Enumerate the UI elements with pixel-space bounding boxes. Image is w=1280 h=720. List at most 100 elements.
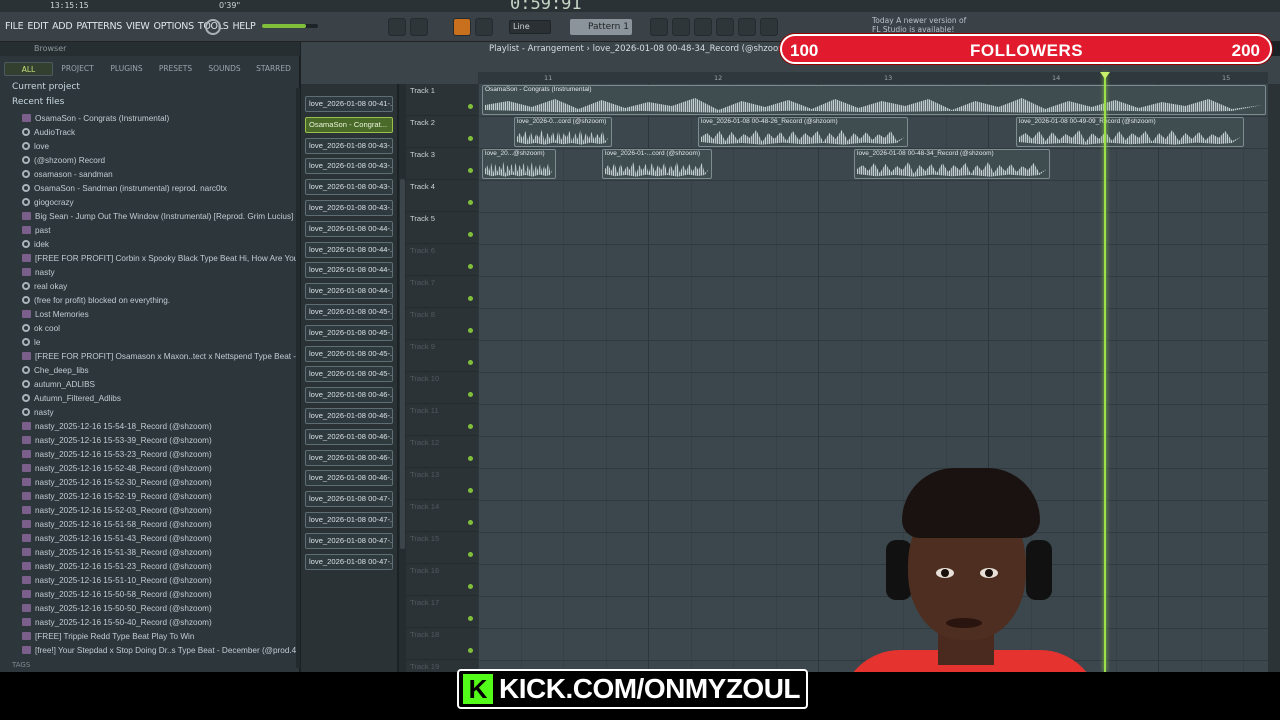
list-item[interactable]: nasty_2025-12-16 15-53-39_Record (@shzoo… [22,433,298,447]
list-item[interactable]: nasty_2025-12-16 15-52-03_Record (@shzoo… [22,503,298,517]
audio-clip[interactable]: love_2026-01-08 00-48-26_Record (@shzoom… [698,117,908,147]
track-mute-led-icon[interactable] [468,520,473,525]
metronome-icon[interactable] [475,18,493,36]
clip-source-item[interactable]: love_2026-01-08 00-46-... [305,428,393,445]
list-item[interactable]: nasty_2025-12-16 15-51-58_Record (@shzoo… [22,517,298,531]
clip-source-item[interactable]: love_2026-01-08 00-45-... [305,304,393,320]
audio-clip[interactable]: OsamaSon - Congrats (Instrumental) [482,85,1266,115]
track-mute-led-icon[interactable] [468,392,473,397]
list-item[interactable]: nasty_2025-12-16 15-51-43_Record (@shzoo… [22,531,298,545]
snap-select[interactable]: Line [509,20,551,34]
track-mute-led-icon[interactable] [468,456,473,461]
tab-project[interactable]: PROJECT [53,62,102,76]
list-item[interactable]: (@shzoom) Record [22,153,298,167]
master-pitch-knob[interactable] [205,19,221,35]
track-header[interactable]: Track 16 [406,564,478,596]
track-mute-led-icon[interactable] [468,200,473,205]
audio-clip[interactable]: love_2026-01-08 00-49-09_Record (@shzoom… [1016,117,1244,147]
playlist-scrollbar[interactable] [1268,84,1280,672]
track-mute-led-icon[interactable] [468,648,473,653]
track-mute-led-icon[interactable] [468,584,473,589]
menu-options[interactable]: OPTIONS [153,19,195,34]
clip-source-item[interactable]: love_2026-01-08 00-44-... [305,220,393,237]
track-mute-led-icon[interactable] [468,360,473,365]
tab-sounds[interactable]: SOUNDS [200,62,249,76]
clip-source-item[interactable]: love_2026-01-08 00-43-... [305,200,393,216]
track-header[interactable]: Track 10 [406,372,478,404]
master-volume-slider[interactable] [262,24,318,28]
clip-source-item[interactable]: love_2026-01-08 00-46-... [305,408,393,424]
tags-label[interactable]: TAGS [12,661,30,669]
menu-file[interactable]: FILE [4,19,24,34]
playlist-view-button[interactable] [388,18,406,36]
list-item[interactable]: nasty_2025-12-16 15-52-48_Record (@shzoo… [22,461,298,475]
track-mute-led-icon[interactable] [468,424,473,429]
menu-add[interactable]: ADD [51,19,73,34]
list-item[interactable]: (free for profit) blocked on everything. [22,293,298,307]
browser-icon[interactable] [716,18,734,36]
playhead[interactable] [1104,72,1106,672]
clip-source-item[interactable]: love_2026-01-08 00-45-... [305,345,393,362]
step-button[interactable] [410,18,428,36]
track-mute-led-icon[interactable] [468,136,473,141]
track-header[interactable]: Track 1 [406,84,478,116]
list-item[interactable]: nasty_2025-12-16 15-50-40_Record (@shzoo… [22,615,298,629]
clip-source-item[interactable]: love_2026-01-08 00-43-... [305,179,393,196]
track-mute-led-icon[interactable] [468,104,473,109]
news-panel[interactable]: Today A newer version of FL Studio is av… [872,16,972,34]
track-header[interactable]: Track 8 [406,308,478,340]
track-header[interactable]: Track 12 [406,436,478,468]
browser-scrollbar[interactable] [296,88,300,668]
list-item[interactable]: [FREE] Trippie Redd Type Beat Play To Wi… [22,629,298,643]
clip-source-item[interactable]: love_2026-01-08 00-43-... [305,158,393,175]
playhead-marker-icon[interactable] [1100,72,1110,79]
piano-roll-icon[interactable] [694,18,712,36]
list-item[interactable]: idek [22,237,298,251]
list-item[interactable]: Che_deep_libs [22,363,298,377]
tab-all[interactable]: ALL [4,62,53,76]
audio-clip[interactable]: love_2026-01-08 00-48-34_Record (@shzoom… [854,149,1050,179]
clip-source-item[interactable]: love_2026-01-08 00-44-... [305,283,393,300]
clip-source-item[interactable]: love_2026-01-08 00-41-... [305,96,393,112]
tab-starred[interactable]: STARRED [249,62,298,76]
clip-source-item[interactable]: love_2026-01-08 00-44-... [305,262,393,279]
tree-current-project[interactable]: Current project [12,82,80,92]
list-item[interactable]: osamason - sandman [22,167,298,181]
list-item[interactable]: nasty_2025-12-16 15-51-10_Record (@shzoo… [22,573,298,587]
list-item[interactable]: love [22,139,298,153]
track-header[interactable]: Track 15 [406,532,478,564]
plugin-picker-icon[interactable] [738,18,756,36]
audio-clip[interactable]: love_20...@shzoom) [482,149,556,179]
menu-view[interactable]: VIEW [125,19,151,34]
track-header[interactable]: Track 17 [406,596,478,628]
list-item[interactable]: Autumn_Filtered_Adlibs [22,391,298,405]
clip-source-item[interactable]: love_2026-01-08 00-43-... [305,137,393,154]
clip-source-item[interactable]: love_2026-01-08 00-45-... [305,324,393,341]
track-mute-led-icon[interactable] [468,552,473,557]
clip-source-item[interactable]: OsamaSon - Congrat... [305,116,393,133]
track-mute-led-icon[interactable] [468,616,473,621]
tab-presets[interactable]: PRESETS [151,62,200,76]
list-item[interactable]: nasty_2025-12-16 15-50-58_Record (@shzoo… [22,587,298,601]
track-mute-led-icon[interactable] [468,264,473,269]
list-item[interactable]: autumn_ADLIBS [22,377,298,391]
track-header[interactable]: Track 14 [406,500,478,532]
list-item[interactable]: ok cool [22,321,298,335]
track-mute-led-icon[interactable] [468,232,473,237]
list-item[interactable]: nasty_2025-12-16 15-52-19_Record (@shzoo… [22,489,298,503]
clip-source-item[interactable]: love_2026-01-08 00-44-... [305,241,393,258]
list-item[interactable]: nasty_2025-12-16 15-52-30_Record (@shzoo… [22,475,298,489]
track-header[interactable]: Track 3 [406,148,478,180]
list-item[interactable]: past [22,223,298,237]
clip-source-item[interactable]: love_2026-01-08 00-45-... [305,366,393,383]
list-item[interactable]: OsamaSon - Sandman (instrumental) reprod… [22,181,298,195]
list-item[interactable]: Big Sean - Jump Out The Window (Instrume… [22,209,298,223]
menu-patterns[interactable]: PATTERNS [75,19,123,34]
link-icon[interactable] [453,18,471,36]
timeline-ruler[interactable]: 11 12 13 14 15 [478,72,1268,84]
clip-source-item[interactable]: love_2026-01-08 00-47-... [305,491,393,508]
track-header[interactable]: Track 6 [406,244,478,276]
menu-help[interactable]: HELP [231,19,256,34]
list-item[interactable]: nasty_2025-12-16 15-54-18_Record (@shzoo… [22,419,298,433]
list-item[interactable]: giogocrazy [22,195,298,209]
